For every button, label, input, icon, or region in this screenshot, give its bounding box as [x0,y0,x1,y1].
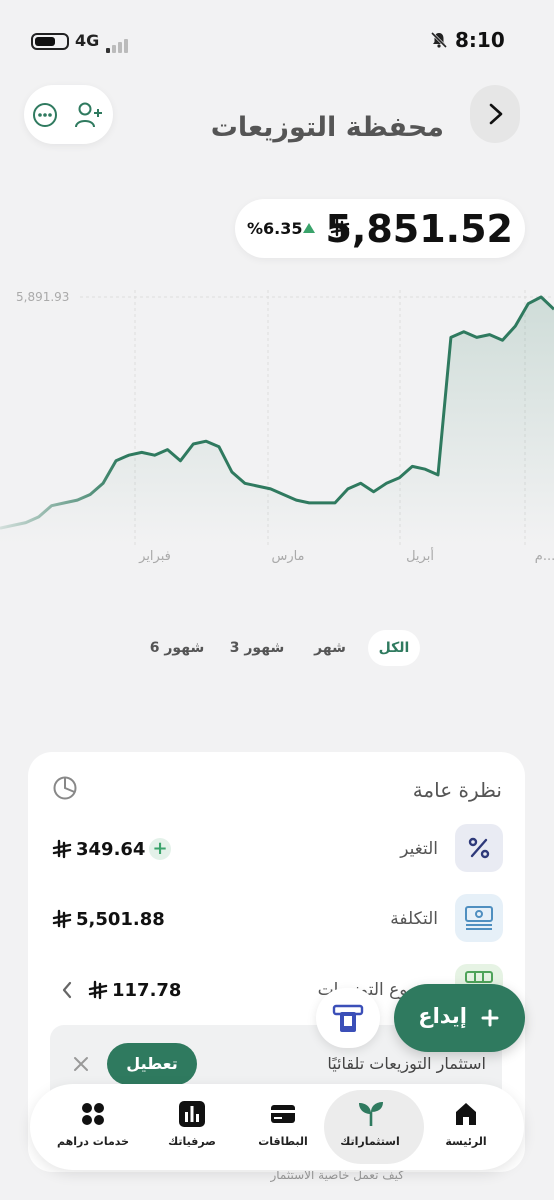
signal-icon [106,34,130,53]
tab-all[interactable]: الكل [368,630,420,666]
chevron-left-icon[interactable] [60,980,74,1000]
riyal-icon [52,839,72,859]
change-percent: %6.35 [247,219,303,238]
status-time: 8:10 [455,28,505,52]
riyal-icon [88,980,108,1000]
page-title: محفظة التوزيعات [210,112,444,143]
forward-button[interactable] [470,85,520,143]
percent-icon [455,824,503,872]
up-arrow-icon [303,223,315,233]
cost-value: 5,501.88 [76,909,165,930]
card-icon [271,1105,295,1123]
nav-home[interactable]: الرئيسة [416,1084,516,1170]
dots-grid-icon [82,1103,104,1125]
close-icon[interactable] [72,1055,90,1073]
nav-home-label: الرئيسة [445,1135,487,1148]
nav-investments-label: استثماراتك [340,1135,400,1148]
auto-invest-footer[interactable]: كيف تعمل خاصية الاستثمار [270,1171,404,1185]
change-value: 349.64 [76,839,146,860]
header-actions [24,85,113,144]
auto-invest-label: استثمار التوزيعات تلقائيًا [327,1054,486,1073]
distributions-value[interactable]: 117.78 [112,980,181,1001]
bottom-nav: الرئيسة استثماراتك البطاقات صرفياتك خدما… [30,1084,524,1170]
nav-services[interactable]: خدمات دراهم [43,1084,143,1170]
atm-button[interactable] [316,988,380,1048]
balance-value: 5,851.52 [325,207,513,251]
tab-6-months[interactable]: 6 شهور [140,630,214,666]
balance-summary: 5,851.52 %6.35 [235,199,525,258]
bar-chart-icon [179,1101,205,1127]
network-type: 4G [75,31,100,50]
more-icon[interactable] [32,102,58,128]
atm-icon [332,1004,364,1032]
deposit-label: إيداع [418,1004,467,1028]
nav-cards[interactable]: البطاقات [233,1084,333,1170]
riyal-icon [330,218,350,238]
plus-badge: + [149,838,171,860]
cash-icon [455,894,503,942]
x-tick-label: مارس [271,549,304,564]
x-tick-label: م... [535,549,554,564]
disable-button[interactable]: تعطيل [107,1043,197,1085]
chevron-right-icon [489,103,503,125]
portfolio-chart[interactable]: فبراير مارس أبريل م... [0,280,554,570]
tab-month[interactable]: شهر [304,630,356,666]
nav-services-label: خدمات دراهم [56,1135,130,1148]
battery-icon [31,33,69,50]
add-user-icon[interactable] [74,101,104,129]
change-label: التغير [400,839,438,859]
cost-label: التكلفة [390,909,438,929]
deposit-button[interactable]: إيداع [394,984,525,1052]
overview-title: نظرة عامة [412,778,502,802]
sprout-icon [359,1102,383,1126]
nav-spending-label: صرفياتك [168,1135,216,1148]
nav-spending[interactable]: صرفياتك [142,1084,242,1170]
nav-cards-label: البطاقات [258,1135,308,1148]
plus-icon [481,1009,499,1027]
x-tick-label: أبريل [406,547,434,564]
x-tick-label: فبراير [138,549,171,564]
nav-investments[interactable]: استثماراتك [320,1084,424,1170]
pie-chart-icon[interactable] [52,775,78,801]
tab-3-months[interactable]: 3 شهور [222,630,292,666]
bell-muted-icon [430,31,448,49]
home-icon [456,1103,476,1125]
period-tabs: الكل شهر 3 شهور 6 شهور [132,630,420,668]
riyal-icon [52,909,72,929]
